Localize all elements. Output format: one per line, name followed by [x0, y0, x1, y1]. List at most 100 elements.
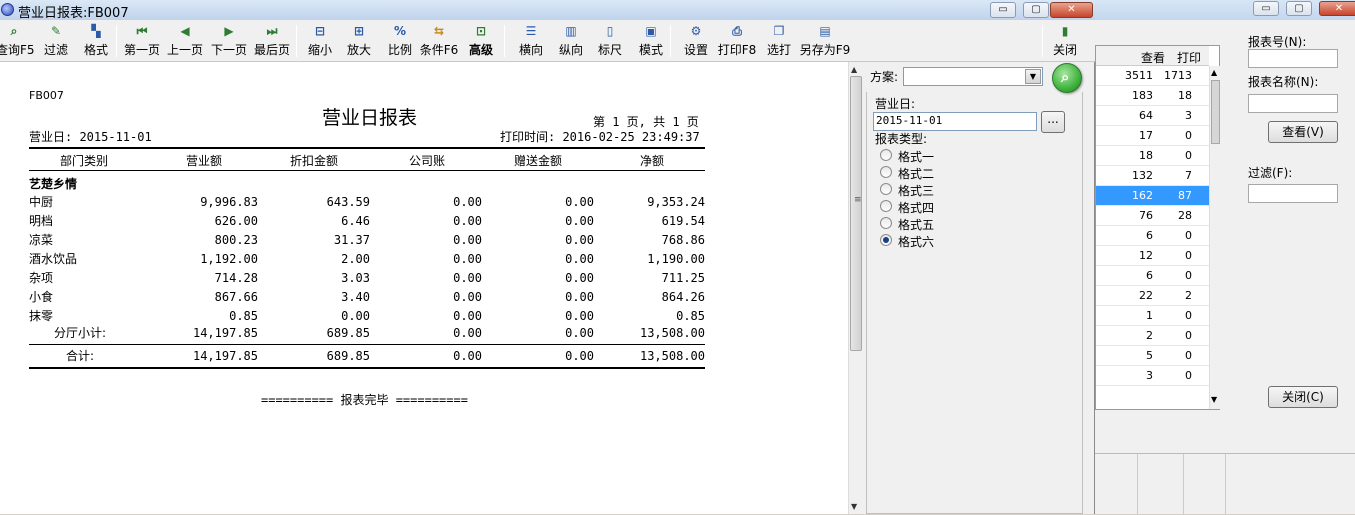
total-sales: 14,197.85: [192, 349, 258, 363]
toolbar-btn-3[interactable]: ⏮ 第一页: [119, 24, 165, 60]
scroll-down-arrow[interactable]: ▼: [1211, 395, 1217, 404]
toolbar-btn-17[interactable]: ⎙ 打印F8: [716, 24, 758, 60]
cell-view: 3: [1146, 369, 1153, 382]
table-row[interactable]: 18 0: [1096, 146, 1209, 166]
close-button[interactable]: 关闭(C): [1268, 386, 1338, 408]
toolbar-btn-9[interactable]: % 比例: [383, 24, 417, 60]
filter-input[interactable]: [1248, 184, 1338, 203]
report-type-label-1[interactable]: 格式二: [898, 165, 934, 182]
minimize-button[interactable]: ▭: [990, 2, 1016, 18]
cell-print: 0: [1185, 149, 1192, 162]
report-name-label: 报表名称(N):: [1248, 75, 1319, 89]
table-row[interactable]: 50: [1096, 346, 1209, 366]
report-type-radio[interactable]: [880, 166, 892, 178]
table-row[interactable]: 17 0: [1096, 126, 1209, 146]
toolbar-btn-16[interactable]: ⚙ 设置: [679, 24, 713, 60]
toolbar-btn-6[interactable]: ⏭ 最后页: [249, 24, 295, 60]
report-type-label-5[interactable]: 格式六: [898, 233, 934, 250]
toolbar-label: 横向: [518, 43, 543, 57]
search-button[interactable]: ⌕: [1052, 63, 1082, 93]
report-cell-discount: 0.00: [341, 309, 370, 323]
toolbar-btn-12[interactable]: ☰ 横向: [512, 24, 550, 60]
toolbar-btn-2[interactable]: ▚ 格式: [80, 24, 112, 60]
toolbar-btn-19[interactable]: ▤ 另存为F9: [798, 24, 852, 60]
report-type-label-2[interactable]: 格式三: [898, 182, 934, 199]
close-window-button[interactable]: ✕: [1319, 1, 1355, 16]
report-type-radio[interactable]: [880, 200, 892, 212]
table-row[interactable]: 3511 1713: [1096, 66, 1209, 86]
toolbar-btn-7[interactable]: ⊟ 缩小: [303, 24, 337, 60]
toolbar-btn-10[interactable]: ⇆ 条件F6: [419, 24, 459, 60]
table-scrollbar[interactable]: ▲ ▼: [1209, 66, 1220, 409]
toolbar-btn-14[interactable]: ▯ 标尺: [593, 24, 627, 60]
browse-button[interactable]: ...: [1041, 111, 1065, 133]
table-row[interactable]: 20: [1096, 326, 1209, 346]
report-name-input[interactable]: [1248, 94, 1338, 113]
report-cell-gift: 0.00: [565, 252, 594, 266]
report-cell-company: 0.00: [453, 309, 482, 323]
table-row[interactable]: 22 2: [1096, 286, 1209, 306]
business-day-input[interactable]: 2015-11-01: [873, 112, 1037, 131]
table-row[interactable]: 30: [1096, 366, 1209, 386]
report-cell-company: 0.00: [453, 195, 482, 209]
table-row[interactable]: 132 7: [1096, 166, 1209, 186]
total-rule: [29, 367, 705, 369]
cell-view: 12: [1139, 249, 1153, 262]
cell-print: 7: [1185, 169, 1192, 182]
toolbar-btn-20[interactable]: ▮ 关闭: [1050, 24, 1080, 60]
total-net: 13,508.00: [639, 349, 705, 363]
toolbar-btn-18[interactable]: ❐ 选打: [762, 24, 796, 60]
cell-print: 0: [1185, 129, 1192, 142]
report-type-radio[interactable]: [880, 149, 892, 161]
table-row[interactable]: 183 18: [1096, 86, 1209, 106]
toolbar-btn-5[interactable]: ▶ 下一页: [206, 24, 252, 60]
report-type-radio[interactable]: [880, 183, 892, 195]
report-cell-company: 0.00: [453, 233, 482, 247]
table-row[interactable]: 10: [1096, 306, 1209, 326]
table-row[interactable]: 12 0: [1096, 246, 1209, 266]
scroll-up-arrow[interactable]: ▲: [851, 65, 857, 74]
table-row[interactable]: 60: [1096, 266, 1209, 286]
close-window-button[interactable]: ✕: [1050, 2, 1093, 18]
view-button[interactable]: 查看(V): [1268, 121, 1338, 143]
report-list-table[interactable]: 查看 打印 3511 1713 183 18 64 3 17 0 18 0 132 7 162 87 76 2…: [1095, 45, 1220, 410]
col-header-net: 净额: [640, 154, 665, 168]
preview-scrollbar[interactable]: ▲ ≡ ▼: [848, 62, 863, 514]
scheme-label: 方案:: [870, 70, 899, 84]
toolbar-btn-13[interactable]: ▥ 纵向: [552, 24, 590, 60]
background-window: ▭ ▢ ✕ 查看 打印 3511 1713 183 18 64 3 17 0 18 0 132 7 16…: [1095, 0, 1355, 515]
table-row[interactable]: 64 3: [1096, 106, 1209, 126]
toolbar-btn-1[interactable]: ✎ 过滤: [38, 24, 74, 60]
report-type-radio[interactable]: [880, 234, 892, 246]
scheme-select[interactable]: ▼: [903, 67, 1043, 86]
col-header-sales: 营业额: [186, 154, 223, 168]
report-cell-company: 0.00: [453, 271, 482, 285]
query-panel: 方案: ▼ ⌕ 营业日: 2015-11-01 ... 报表类型: 格式一 格式二…: [863, 62, 1086, 514]
report-cell-net: 1,190.00: [647, 252, 705, 266]
table-row[interactable]: 76 28: [1096, 206, 1209, 226]
report-type-label-4[interactable]: 格式五: [898, 216, 934, 233]
report-type-label-3[interactable]: 格式四: [898, 199, 934, 216]
toolbar-btn-8[interactable]: ⊞ 放大: [341, 24, 377, 60]
report-no-label: 报表号(N):: [1248, 35, 1307, 49]
chevron-down-icon[interactable]: ▼: [1025, 69, 1041, 84]
minimize-button[interactable]: ▭: [1253, 1, 1279, 16]
report-type-label-0[interactable]: 格式一: [898, 148, 934, 165]
scroll-thumb[interactable]: [1211, 80, 1220, 144]
scroll-up-arrow[interactable]: ▲: [1211, 68, 1217, 77]
table-row[interactable]: 60: [1096, 226, 1209, 246]
maximize-button[interactable]: ▢: [1023, 2, 1049, 18]
report-no-input[interactable]: [1248, 49, 1338, 68]
report-type-radio[interactable]: [880, 217, 892, 229]
toolbar-label: 标尺: [597, 43, 622, 57]
landscape-icon: ☰: [525, 24, 537, 38]
scroll-thumb[interactable]: ≡: [850, 76, 862, 351]
maximize-button[interactable]: ▢: [1286, 1, 1312, 16]
scroll-down-arrow[interactable]: ▼: [851, 502, 857, 511]
toolbar-btn-0[interactable]: ⌕ 查询F5: [0, 24, 35, 60]
toolbar-btn-11[interactable]: ⊡ 高级: [463, 24, 499, 60]
toolbar-btn-15[interactable]: ▣ 模式: [634, 24, 668, 60]
table-row[interactable]: 162 87: [1096, 186, 1209, 206]
toolbar-btn-4[interactable]: ◀ 上一页: [162, 24, 208, 60]
report-cell-discount: 3.40: [341, 290, 370, 304]
